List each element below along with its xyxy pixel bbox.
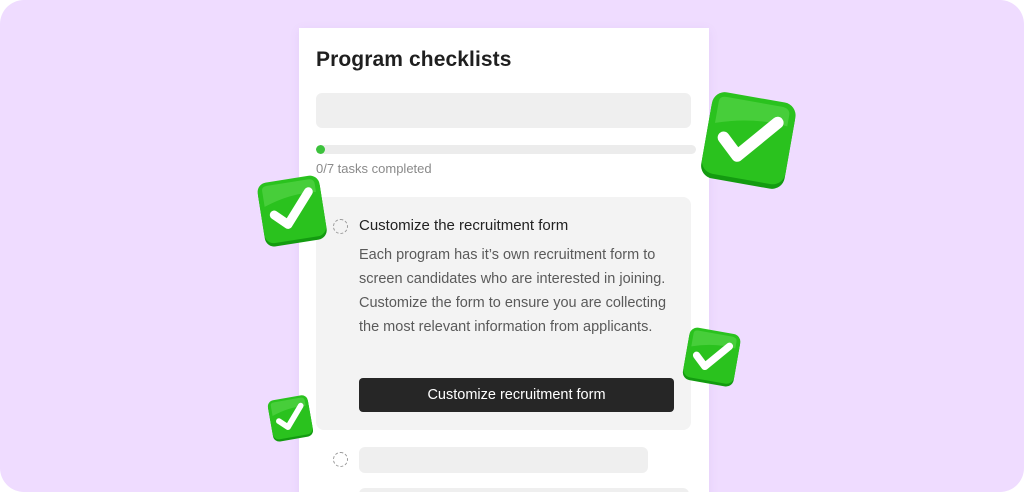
customize-recruitment-form-button[interactable]: Customize recruitment form — [359, 378, 674, 412]
task-status-icon — [333, 452, 348, 467]
task-status-icon[interactable] — [333, 219, 348, 234]
task-description: Each program has it’s own recruitment fo… — [359, 247, 667, 335]
task-card-active: Customize the recruitment form Each prog… — [316, 197, 691, 430]
progress-label: 0/7 tasks completed — [316, 161, 432, 176]
check-mark-icon — [254, 173, 332, 251]
check-mark-icon — [266, 394, 317, 445]
task-title: Customize the recruitment form — [359, 217, 569, 234]
loading-placeholder — [359, 488, 689, 492]
loading-placeholder — [359, 447, 648, 473]
hero-background: Program checklists 0/7 tasks completed C… — [0, 0, 1024, 492]
check-mark-icon — [680, 326, 745, 391]
progress-bar — [316, 145, 696, 154]
check-mark-icon — [694, 81, 803, 203]
loading-placeholder — [316, 93, 691, 128]
progress-fill — [316, 145, 325, 154]
panel-title: Program checklists — [316, 48, 512, 71]
checklist-panel: Program checklists 0/7 tasks completed C… — [299, 28, 709, 492]
